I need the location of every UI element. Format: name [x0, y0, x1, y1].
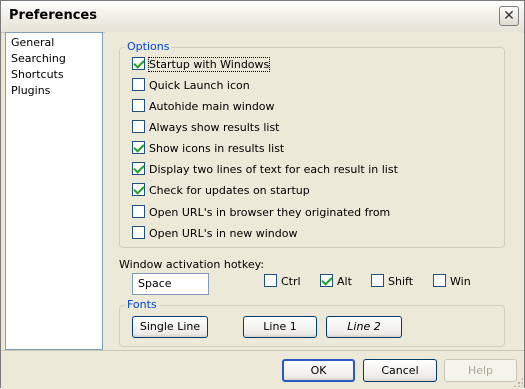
close-icon: ✕ [503, 8, 515, 24]
title-bar[interactable]: Preferences ✕ [1, 1, 524, 33]
ok-button[interactable]: OK [282, 359, 355, 382]
checkbox-label: Alt [337, 274, 352, 288]
alt-modifier-checkbox[interactable]: Alt [320, 273, 352, 290]
check-for-updates-checkbox[interactable]: Check for updates on startup [132, 182, 310, 199]
sidebar-item-shortcuts[interactable]: Shortcuts [6, 67, 102, 83]
checkbox-box[interactable] [132, 161, 145, 175]
checkbox-box[interactable] [132, 56, 145, 70]
checkbox-label: Open URL's in new window [149, 226, 298, 240]
sidebar-item-general[interactable]: General [6, 35, 102, 51]
checkbox-label: Shift [388, 274, 414, 288]
single-line-font-button[interactable]: Single Line [132, 316, 208, 338]
ctrl-modifier-checkbox[interactable]: Ctrl [264, 273, 301, 290]
checkbox-label: Show icons in results list [149, 141, 285, 155]
checkbox-label: Win [450, 274, 471, 288]
options-legend: Options [125, 40, 172, 53]
checkbox-label: Open URL's in browser they originated fr… [149, 205, 391, 219]
help-button: Help [444, 359, 517, 382]
fonts-legend: Fonts [125, 298, 159, 311]
line-2-font-button[interactable]: Line 2 [326, 316, 402, 338]
checkbox-box[interactable] [132, 225, 145, 239]
preferences-window: Preferences ✕ General Searching Shortcut… [0, 0, 525, 389]
category-list: General Searching Shortcuts Plugins [5, 32, 103, 350]
checkbox-box[interactable] [371, 273, 384, 287]
checkbox-box[interactable] [132, 140, 145, 154]
shift-modifier-checkbox[interactable]: Shift [371, 273, 414, 290]
show-icons-in-results-list-checkbox[interactable]: Show icons in results list [132, 140, 285, 157]
sidebar-item-searching[interactable]: Searching [6, 51, 102, 67]
always-show-results-list-checkbox[interactable]: Always show results list [132, 119, 280, 136]
checkbox-box[interactable] [132, 98, 145, 112]
checkbox-label: Display two lines of text for each resul… [149, 162, 398, 176]
checkbox-box[interactable] [132, 204, 145, 218]
open-urls-in-origin-browser-checkbox[interactable]: Open URL's in browser they originated fr… [132, 204, 391, 221]
checkbox-label: Check for updates on startup [149, 183, 310, 197]
autohide-main-window-checkbox[interactable]: Autohide main window [132, 98, 275, 115]
checkbox-label: Startup with Windows [147, 56, 271, 72]
checkbox-box[interactable] [132, 77, 145, 91]
checkbox-label: Always show results list [149, 120, 280, 134]
checkbox-box[interactable] [433, 273, 446, 287]
sidebar-item-plugins[interactable]: Plugins [6, 83, 102, 99]
cancel-button[interactable]: Cancel [363, 359, 437, 382]
line-1-font-button[interactable]: Line 1 [243, 316, 317, 338]
hotkey-label: Window activation hotkey: [119, 258, 265, 271]
display-two-lines-checkbox[interactable]: Display two lines of text for each resul… [132, 161, 398, 178]
quick-launch-icon-checkbox[interactable]: Quick Launch icon [132, 77, 250, 94]
close-button[interactable]: ✕ [499, 6, 519, 26]
checkbox-label: Autohide main window [149, 99, 275, 113]
checkbox-box[interactable] [320, 273, 333, 287]
open-urls-in-new-window-checkbox[interactable]: Open URL's in new window [132, 225, 298, 242]
checkbox-box[interactable] [132, 182, 145, 196]
win-modifier-checkbox[interactable]: Win [433, 273, 471, 290]
checkbox-box[interactable] [132, 119, 145, 133]
startup-with-windows-checkbox[interactable]: Startup with Windows [132, 56, 271, 73]
hotkey-input[interactable]: Space [132, 273, 209, 295]
checkbox-box[interactable] [264, 273, 277, 287]
window-title: Preferences [9, 8, 97, 23]
checkbox-label: Ctrl [281, 274, 301, 288]
checkbox-label: Quick Launch icon [149, 78, 250, 92]
